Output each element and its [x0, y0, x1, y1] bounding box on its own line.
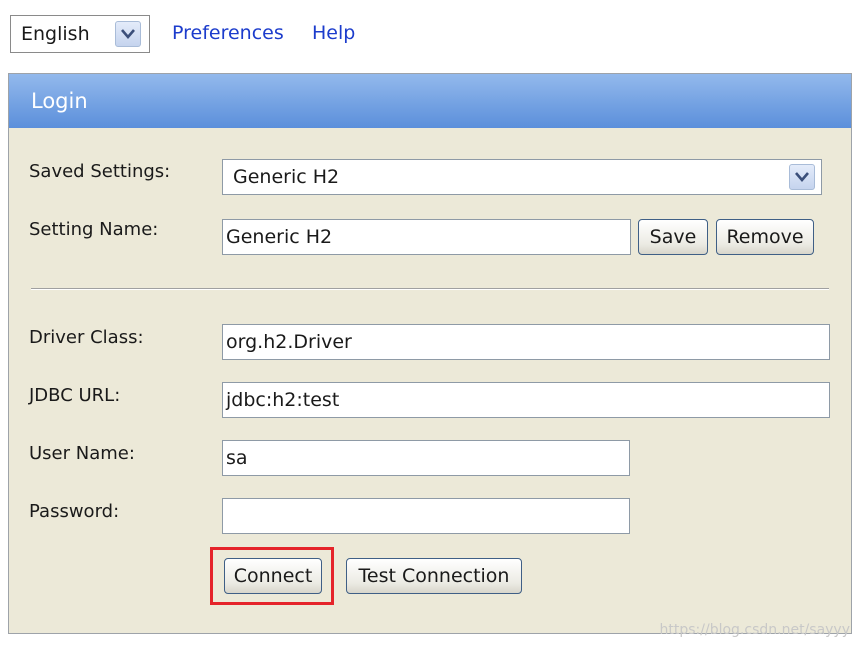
remove-button[interactable]: Remove	[716, 219, 814, 255]
driver-class-input[interactable]: org.h2.Driver	[222, 324, 830, 360]
setting-name-input[interactable]: Generic H2	[222, 219, 631, 255]
watermark: https://blog.csdn.net/sayyy	[659, 622, 850, 638]
chevron-down-icon[interactable]	[789, 164, 815, 190]
help-link[interactable]: Help	[312, 22, 355, 44]
user-name-input[interactable]: sa	[222, 440, 630, 476]
saved-settings-value: Generic H2	[233, 166, 340, 188]
jdbc-url-input[interactable]: jdbc:h2:test	[222, 382, 830, 418]
language-select-value: English	[21, 23, 90, 45]
login-panel: Login Saved Settings: Generic H2 Setting…	[8, 73, 852, 634]
chevron-down-icon[interactable]	[115, 21, 141, 47]
saved-settings-label: Saved Settings:	[29, 161, 171, 182]
panel-title: Login	[31, 89, 88, 113]
test-connection-button[interactable]: Test Connection	[346, 558, 522, 594]
preferences-link[interactable]: Preferences	[172, 22, 284, 44]
setting-name-label: Setting Name:	[29, 219, 159, 240]
h2-console-login-page: English Preferences Help Login Saved Set…	[0, 0, 862, 650]
user-name-label: User Name:	[29, 443, 135, 464]
login-panel-header: Login	[9, 74, 851, 128]
save-button[interactable]: Save	[638, 219, 708, 255]
password-input[interactable]	[222, 498, 630, 534]
jdbc-url-label: JDBC URL:	[29, 385, 121, 406]
divider	[31, 288, 829, 290]
language-select[interactable]: English	[10, 15, 150, 53]
driver-class-label: Driver Class:	[29, 327, 144, 348]
connect-highlight-box	[210, 547, 334, 605]
saved-settings-select[interactable]: Generic H2	[222, 159, 822, 195]
password-label: Password:	[29, 501, 120, 522]
